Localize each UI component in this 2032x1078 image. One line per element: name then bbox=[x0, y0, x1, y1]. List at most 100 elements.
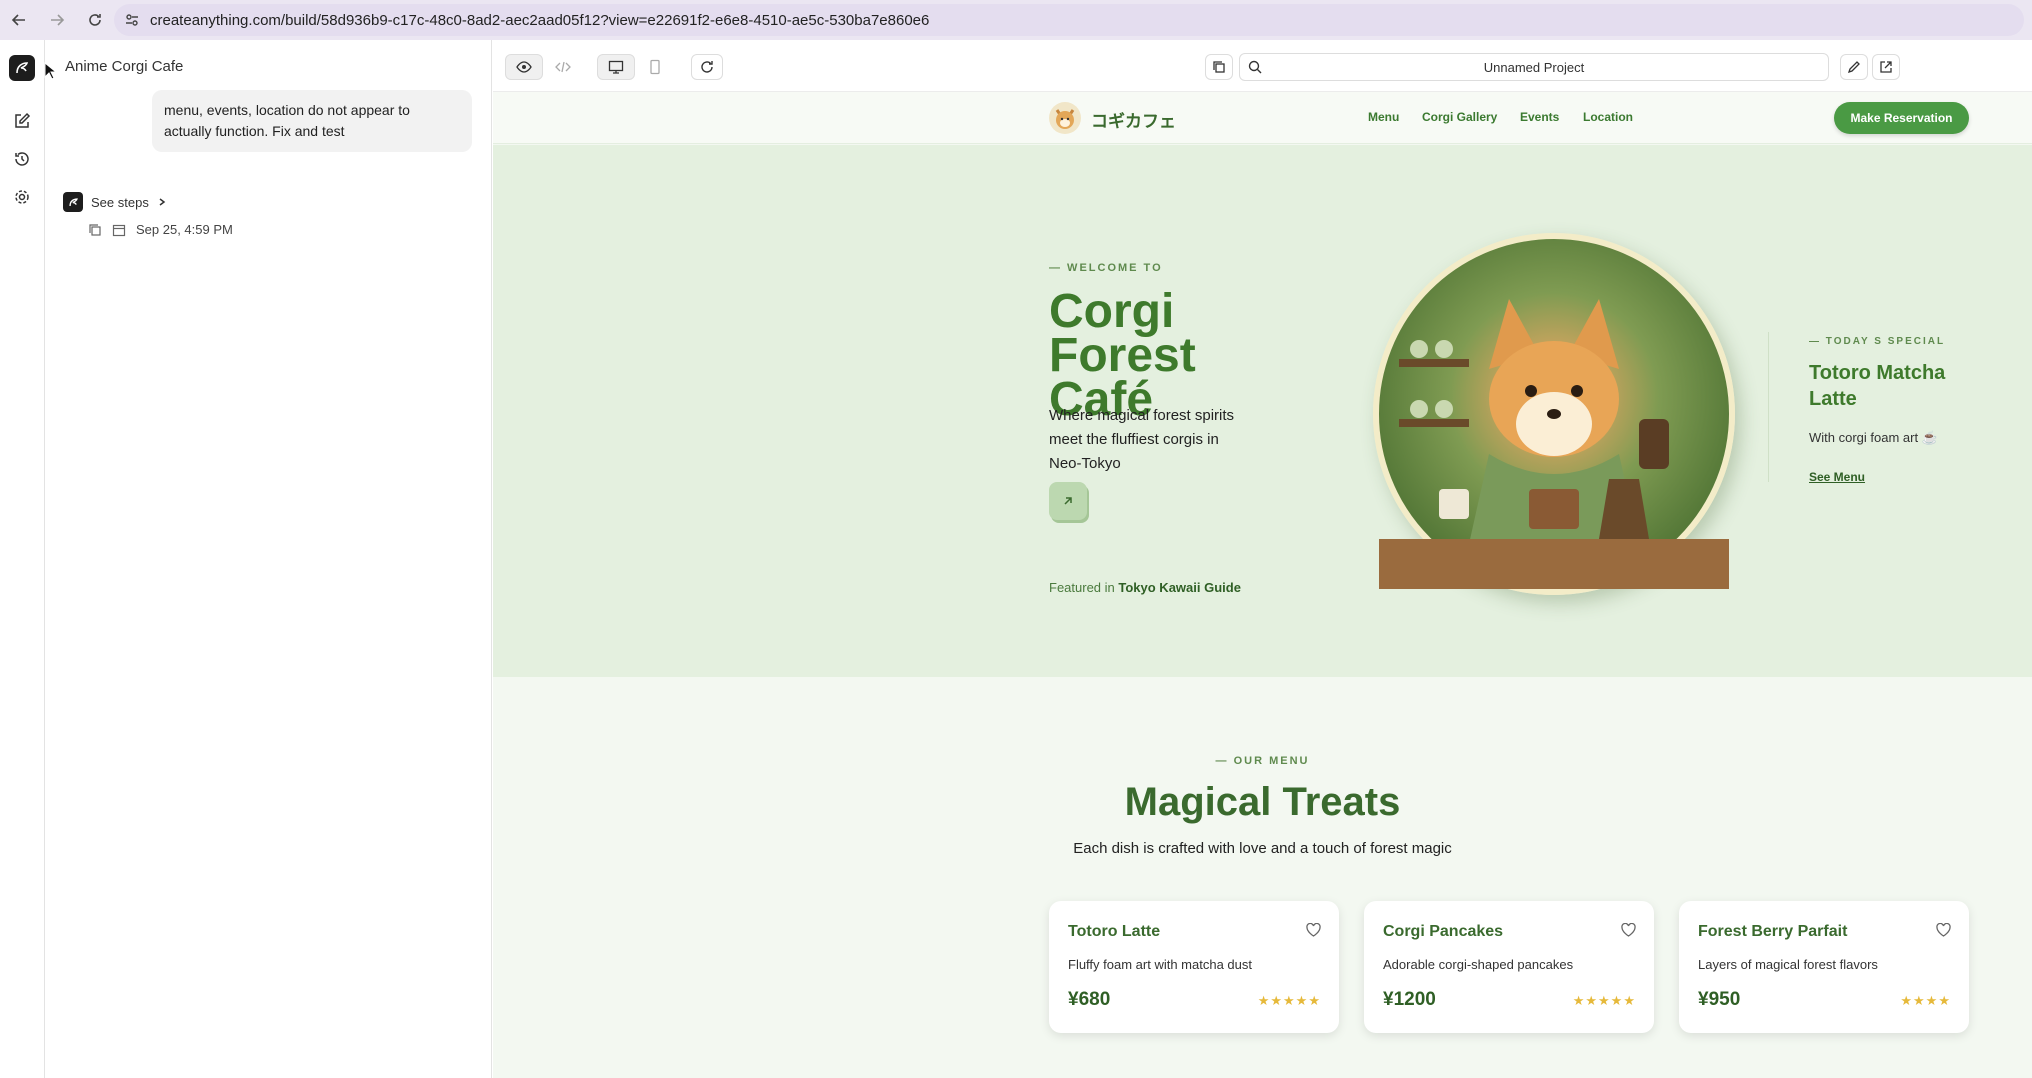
url-text: createanything.com/build/58d936b9-c17c-4… bbox=[150, 11, 930, 29]
menu-card[interactable]: Totoro Latte Fluffy foam art with matcha… bbox=[1049, 901, 1339, 1033]
back-icon bbox=[11, 14, 25, 26]
mouse-cursor-icon bbox=[44, 62, 56, 80]
copy-icon bbox=[1213, 61, 1225, 73]
hero-tag: — WELCOME TO bbox=[1049, 262, 1163, 274]
menu-item-name: Corgi Pancakes bbox=[1383, 923, 1504, 940]
project-name-bar[interactable]: Unnamed Project bbox=[1239, 53, 1829, 81]
desktop-view-button[interactable] bbox=[597, 54, 635, 80]
app-logo-icon bbox=[68, 197, 78, 206]
hero-subtitle: Where magical forest spirits meet the fl… bbox=[1049, 407, 1235, 472]
calendar-icon bbox=[112, 224, 126, 236]
heart-icon bbox=[1306, 923, 1321, 937]
duplicate-button[interactable] bbox=[1205, 54, 1233, 80]
history-button[interactable] bbox=[9, 146, 35, 172]
site-logo-text[interactable]: コギカフェ bbox=[1091, 107, 1176, 132]
featured-name[interactable]: Tokyo Kawaii Guide bbox=[1118, 580, 1241, 595]
refresh-icon bbox=[701, 61, 713, 73]
special-title: Totoro Matcha Latte bbox=[1809, 362, 1946, 410]
external-link-icon bbox=[1880, 61, 1892, 73]
menu-item-price: ¥1200 bbox=[1383, 989, 1436, 1010]
see-menu-link[interactable]: See Menu bbox=[1809, 470, 1865, 484]
nav-events[interactable]: Events bbox=[1520, 110, 1559, 124]
assistant-avatar bbox=[63, 192, 83, 212]
special-divider bbox=[1768, 332, 1769, 482]
forward-icon bbox=[51, 14, 65, 26]
nav-menu[interactable]: Menu bbox=[1368, 110, 1399, 124]
hero-title: Corgi Forest Café bbox=[1049, 285, 1196, 426]
message-meta: Sep 25, 4:59 PM bbox=[88, 222, 233, 237]
chat-panel: Anime Corgi Cafe menu, events, location … bbox=[45, 40, 492, 1078]
menu-item-description: Adorable corgi-shaped pancakes bbox=[1383, 957, 1574, 972]
heart-icon bbox=[1621, 923, 1636, 937]
copy-icon[interactable] bbox=[88, 223, 102, 237]
pencil-icon bbox=[1847, 61, 1860, 74]
open-external-button[interactable] bbox=[1872, 54, 1900, 80]
menu-subtitle: Each dish is crafted with love and a tou… bbox=[1073, 840, 1452, 857]
project-name: Unnamed Project bbox=[1483, 59, 1585, 75]
desktop-icon bbox=[608, 60, 624, 74]
chevron-right-icon bbox=[159, 198, 166, 206]
user-message: menu, events, location do not appear to … bbox=[152, 90, 472, 152]
heart-icon bbox=[1936, 923, 1951, 937]
mobile-icon bbox=[650, 59, 660, 75]
nav-corgi-gallery[interactable]: Corgi Gallery bbox=[1422, 110, 1497, 124]
app-logo[interactable] bbox=[9, 55, 35, 81]
corgi-barista-illustration bbox=[1379, 299, 1729, 589]
menu-card[interactable]: Forest Berry Parfait Layers of magical f… bbox=[1679, 901, 1969, 1033]
menu-card[interactable]: Corgi Pancakes Adorable corgi-shaped pan… bbox=[1364, 901, 1654, 1033]
edit-project-button[interactable] bbox=[1840, 54, 1868, 80]
message-timestamp: Sep 25, 4:59 PM bbox=[136, 222, 233, 237]
arrow-up-right-icon bbox=[1064, 497, 1072, 505]
menu-tag: — OUR MENU bbox=[1215, 755, 1310, 767]
menu-item-description: Fluffy foam art with matcha dust bbox=[1068, 957, 1252, 972]
see-steps-label: See steps bbox=[91, 194, 149, 210]
menu-item-price: ¥950 bbox=[1698, 989, 1741, 1010]
preview-mode-button[interactable] bbox=[505, 54, 543, 80]
favorite-button[interactable] bbox=[1306, 923, 1321, 937]
edit-icon bbox=[15, 112, 31, 128]
browser-toolbar: createanything.com/build/58d936b9-c17c-4… bbox=[0, 0, 2032, 40]
corgi-face-icon bbox=[1055, 109, 1075, 129]
new-chat-button[interactable] bbox=[9, 108, 35, 134]
menu-item-price: ¥680 bbox=[1068, 989, 1111, 1010]
menu-item-name: Forest Berry Parfait bbox=[1698, 923, 1848, 940]
project-title[interactable]: Anime Corgi Cafe bbox=[65, 58, 183, 75]
favorite-button[interactable] bbox=[1936, 923, 1951, 937]
menu-item-rating: ★★★★★ bbox=[1257, 993, 1321, 1008]
preview-toolbar: Unnamed Project bbox=[493, 40, 2032, 92]
featured-prefix: Featured in bbox=[1049, 580, 1119, 595]
settings-button[interactable] bbox=[9, 184, 35, 210]
menu-title: Magical Treats bbox=[1124, 780, 1401, 824]
site-navbar: コギカフェ Menu Corgi Gallery Events Location… bbox=[493, 92, 2032, 144]
make-reservation-button[interactable]: Make Reservation bbox=[1834, 102, 1969, 134]
menu-item-rating: ★★★★★ bbox=[1572, 993, 1636, 1008]
history-icon bbox=[15, 152, 29, 166]
nav-location[interactable]: Location bbox=[1583, 110, 1633, 124]
hero-corgi-barista-image bbox=[1373, 233, 1735, 595]
menu-item-rating: ★★★★ bbox=[1900, 993, 1951, 1008]
hero-cta-button[interactable] bbox=[1049, 482, 1087, 520]
app-logo-icon bbox=[16, 62, 29, 74]
featured-in: Featured in Tokyo Kawaii Guide bbox=[1049, 580, 1241, 595]
back-button[interactable] bbox=[0, 0, 38, 40]
reload-button[interactable] bbox=[76, 0, 114, 40]
site-settings-icon[interactable] bbox=[124, 12, 140, 28]
mobile-view-button[interactable] bbox=[639, 54, 671, 80]
menu-item-description: Layers of magical forest flavors bbox=[1698, 957, 1878, 972]
code-icon bbox=[555, 61, 571, 73]
see-steps-toggle[interactable]: See steps bbox=[63, 192, 167, 212]
code-mode-button[interactable] bbox=[547, 54, 579, 80]
special-description: With corgi foam art ☕ bbox=[1809, 430, 1938, 445]
reload-icon bbox=[89, 14, 101, 26]
refresh-preview-button[interactable] bbox=[691, 54, 723, 80]
address-bar[interactable]: createanything.com/build/58d936b9-c17c-4… bbox=[114, 4, 2024, 36]
special-tag: — TODAY S SPECIAL bbox=[1809, 336, 1946, 347]
gear-icon bbox=[15, 190, 29, 204]
favorite-button[interactable] bbox=[1621, 923, 1636, 937]
forward-button[interactable] bbox=[38, 0, 76, 40]
eye-icon bbox=[516, 61, 532, 73]
corgi-logo[interactable] bbox=[1049, 102, 1081, 134]
site-preview: コギカフェ Menu Corgi Gallery Events Location… bbox=[493, 92, 2032, 1078]
left-rail bbox=[0, 40, 45, 1078]
search-icon bbox=[1248, 60, 1262, 74]
